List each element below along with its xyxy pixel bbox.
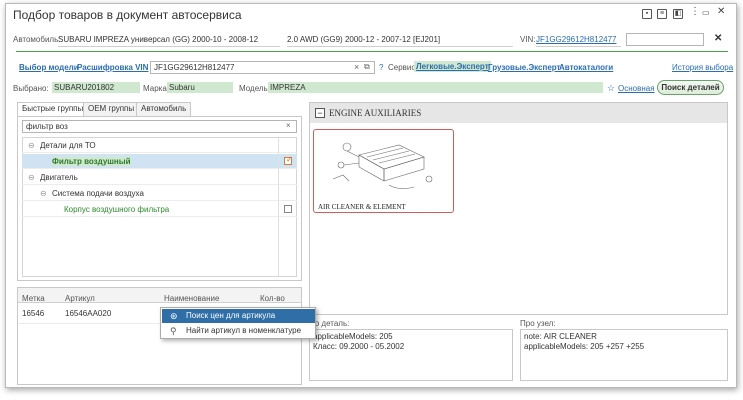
tab-quick-groups[interactable]: Быстрые группы (17, 102, 89, 117)
select-model-link[interactable]: Выбор модели (19, 63, 79, 72)
model-label: Модель: (239, 84, 270, 93)
car-underline (58, 46, 280, 47)
node-info-label: Про узел: (520, 319, 556, 328)
dialog-window: Подбор товаров в документ автосервиса ▪ … (5, 3, 737, 388)
filter-value: фильтр воз (26, 122, 68, 131)
detail-info-line: applicableModels: 205 (313, 332, 393, 341)
filter-input[interactable]: фильтр воз × (22, 120, 297, 133)
help-icon[interactable]: ? (379, 63, 383, 72)
main-link[interactable]: Основная (618, 84, 655, 93)
decode-vin-link[interactable]: Расшифровка VIN (77, 63, 148, 72)
tree-item-label: Фильтр воздушный (52, 157, 131, 166)
search-parts-button[interactable]: Поиск деталей (657, 80, 724, 95)
clear-vehicle-icon[interactable]: ✕ (714, 33, 722, 44)
chosen-label: Выбрано: (13, 84, 49, 93)
tree-item-engine[interactable]: ⊖ Двигатель (22, 170, 297, 185)
chosen-value: SUBARU201802 (52, 82, 140, 93)
group-title: ENGINE AUXILIARIES (329, 108, 422, 118)
service-trucks-link[interactable]: Грузовые.Эксперт (488, 63, 560, 72)
vin-search-input[interactable]: JF1GG29612H812477 × ⧉ (150, 61, 375, 74)
header-name: Наименование (164, 294, 220, 303)
detail-info-box[interactable]: applicableModels: 205 Класс: 09.2000 - 0… (309, 329, 513, 381)
row-mark: 16546 (22, 309, 45, 318)
menu-item-label: Поиск цен для артикула (186, 311, 276, 320)
tree-item-label: Детали для ТО (40, 141, 96, 150)
vin-search-value: JF1GG29612H812477 (154, 63, 235, 72)
tree-item-label: Система подачи воздуха (52, 189, 144, 198)
collapse-group-icon[interactable]: − (315, 108, 325, 118)
clear-search-icon[interactable]: × (354, 62, 359, 72)
context-menu: ⊛ Поиск цен для артикула ⚲ Найти артикул… (160, 307, 316, 339)
tree-item-air-supply[interactable]: ⊖ Система подачи воздуха (22, 186, 297, 201)
star-icon[interactable]: ☆ (607, 83, 615, 94)
price-search-icon: ⊛ (170, 311, 178, 321)
vin-link[interactable]: JF1GG29612H812477 (536, 35, 617, 44)
detail-info-line: Класс: 09.2000 - 05.2002 (313, 342, 405, 351)
air-cleaner-diagram-icon (332, 142, 433, 189)
copy-icon[interactable]: ⧉ (364, 62, 370, 72)
history-link[interactable]: История выбора (672, 63, 733, 72)
air-filter-checkbox[interactable]: ✓ (284, 155, 293, 165)
service-light-link[interactable]: Легковые.Эксперт (414, 61, 491, 72)
clear-filter-icon[interactable]: × (286, 121, 291, 130)
tree-item-label: Двигатель (40, 173, 78, 182)
tree-item-maintenance[interactable]: ⊖ Детали для ТО (22, 138, 297, 153)
node-info-line: note: AIR CLEANER (524, 332, 597, 341)
header-article: Артикул (65, 294, 95, 303)
restore-icon[interactable]: ▭ (702, 8, 710, 17)
header-mark: Метка (22, 294, 45, 303)
magnifier-icon: ⚲ (170, 326, 177, 336)
window-title: Подбор товаров в документ автосервиса (13, 8, 242, 22)
menu-item-find-article[interactable]: ⚲ Найти артикул в номенклатуре (162, 324, 315, 338)
save-icon[interactable]: ▪ (642, 9, 652, 19)
more-icon[interactable]: ⋮ (690, 6, 700, 17)
housing-checkbox[interactable] (284, 205, 292, 213)
brand-label: Марка: (143, 84, 169, 93)
tree-column-divider (278, 138, 279, 277)
print-icon[interactable]: ≡ (657, 9, 667, 19)
collapse-icon[interactable]: ⊖ (28, 141, 35, 150)
row-article: 16546AA020 (65, 309, 112, 318)
model-value: IMPREZA (268, 82, 603, 93)
part-card-title: AIR CLEANER & ELEMENT (318, 203, 406, 211)
title-bar: Подбор товаров в документ автосервиса ▪ … (6, 4, 736, 26)
tab-vehicle[interactable]: Автомобиль (136, 102, 192, 116)
engine-value: 2.0 AWD (GG9) 2000-12 - 2007-12 [EJ201] (287, 35, 441, 44)
collapse-icon[interactable]: ⊖ (40, 189, 47, 198)
table-header (18, 288, 301, 303)
tree-item-label: Корпус воздушного фильтра (64, 205, 170, 214)
tree-item-air-filter[interactable]: Фильтр воздушный ✓ (22, 154, 297, 169)
tree-item-air-filter-housing[interactable]: Корпус воздушного фильтра (22, 202, 297, 217)
engine-underline (287, 46, 513, 47)
preview-icon[interactable]: ◧ (673, 9, 683, 19)
group-header: − ENGINE AUXILIARIES (310, 103, 727, 123)
extra-field[interactable] (626, 33, 704, 46)
close-icon[interactable]: ✕ (717, 6, 725, 17)
vin-underline (536, 46, 621, 47)
brand-value: Subaru (167, 82, 233, 93)
autocatalogs-link[interactable]: Автокаталоги (559, 63, 613, 72)
tab-oem-groups[interactable]: OEM группы (83, 102, 140, 116)
menu-item-price-search[interactable]: ⊛ Поиск цен для артикула (162, 309, 315, 323)
part-card[interactable]: AIR CLEANER & ELEMENT (313, 129, 454, 213)
section-divider (16, 51, 728, 52)
node-info-box[interactable]: note: AIR CLEANER applicableModels: 205 … (520, 329, 728, 381)
collapse-icon[interactable]: ⊖ (28, 173, 35, 182)
vin-label: VIN: (520, 35, 536, 44)
menu-item-label: Найти артикул в номенклатуре (186, 326, 302, 335)
car-value: SUBARU IMPREZA универсал (GG) 2000-10 - … (58, 35, 259, 44)
car-label: Автомобиль: (13, 35, 61, 44)
node-info-line: applicableModels: 205 +257 +255 (524, 342, 645, 351)
header-qty: Кол-во (260, 294, 285, 303)
